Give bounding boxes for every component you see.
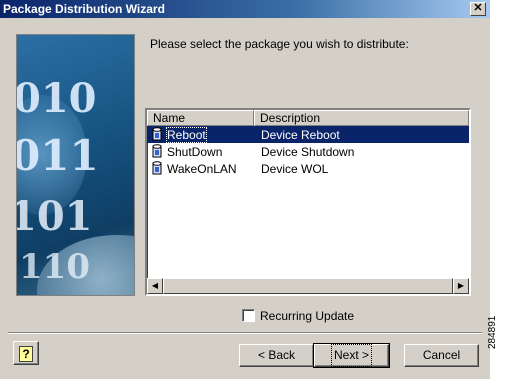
package-name: ShutDown (167, 145, 223, 159)
column-header-name[interactable]: Name (147, 110, 254, 126)
close-button[interactable]: ✕ (470, 2, 486, 16)
cancel-button[interactable]: Cancel (404, 344, 479, 367)
package-description: Device Shutdown (261, 145, 355, 159)
package-name: WakeOnLAN (167, 162, 237, 176)
recurring-update-label[interactable]: Recurring Update (260, 309, 354, 323)
figure-id-label: 284891 (487, 315, 498, 349)
package-list[interactable]: Name Description Reboot Device Reboot Sh… (145, 108, 471, 296)
package-description: Device Reboot (261, 128, 340, 142)
banner-binary-row: 011 (16, 131, 99, 180)
next-button-label: Next > (330, 344, 373, 367)
window-title: Package Distribution Wizard (3, 2, 165, 16)
package-icon (152, 144, 162, 158)
scroll-left-button[interactable]: ◀ (147, 278, 163, 294)
column-header-description[interactable]: Description (254, 110, 469, 126)
wizard-banner-image: 010 011 101 110 (16, 34, 135, 296)
list-row-wakeonlan[interactable]: WakeOnLAN Device WOL (147, 160, 469, 177)
scroll-right-button[interactable]: ▶ (453, 278, 469, 294)
button-separator (8, 332, 482, 334)
wizard-window: Package Distribution Wizard ✕ 010 011 10… (0, 0, 490, 379)
horizontal-scrollbar[interactable]: ◀ ▶ (147, 278, 469, 294)
package-icon (152, 161, 162, 175)
help-button[interactable]: ? (13, 341, 39, 365)
back-button[interactable]: < Back (239, 344, 314, 367)
arrow-left-icon: ◀ (151, 281, 159, 290)
banner-binary-row: 101 (16, 193, 93, 240)
list-row-reboot[interactable]: Reboot Device Reboot (147, 126, 469, 143)
next-button[interactable]: Next > (313, 343, 390, 368)
package-description: Device WOL (261, 162, 329, 176)
package-icon (152, 127, 162, 141)
list-row-shutdown[interactable]: ShutDown Device Shutdown (147, 143, 469, 160)
banner-binary-row: 010 (16, 75, 97, 122)
recurring-update-checkbox[interactable] (242, 309, 255, 322)
scroll-thumb[interactable] (163, 278, 453, 294)
back-button-label: < Back (257, 348, 296, 362)
instruction-text: Please select the package you wish to di… (150, 37, 409, 51)
banner-binary-row: 110 (19, 247, 90, 287)
arrow-right-icon: ▶ (457, 281, 465, 290)
help-icon: ? (19, 346, 33, 362)
cancel-button-label: Cancel (422, 348, 461, 362)
title-bar[interactable]: Package Distribution Wizard ✕ (0, 0, 490, 18)
package-name: Reboot (166, 127, 207, 143)
close-icon: ✕ (473, 2, 483, 14)
